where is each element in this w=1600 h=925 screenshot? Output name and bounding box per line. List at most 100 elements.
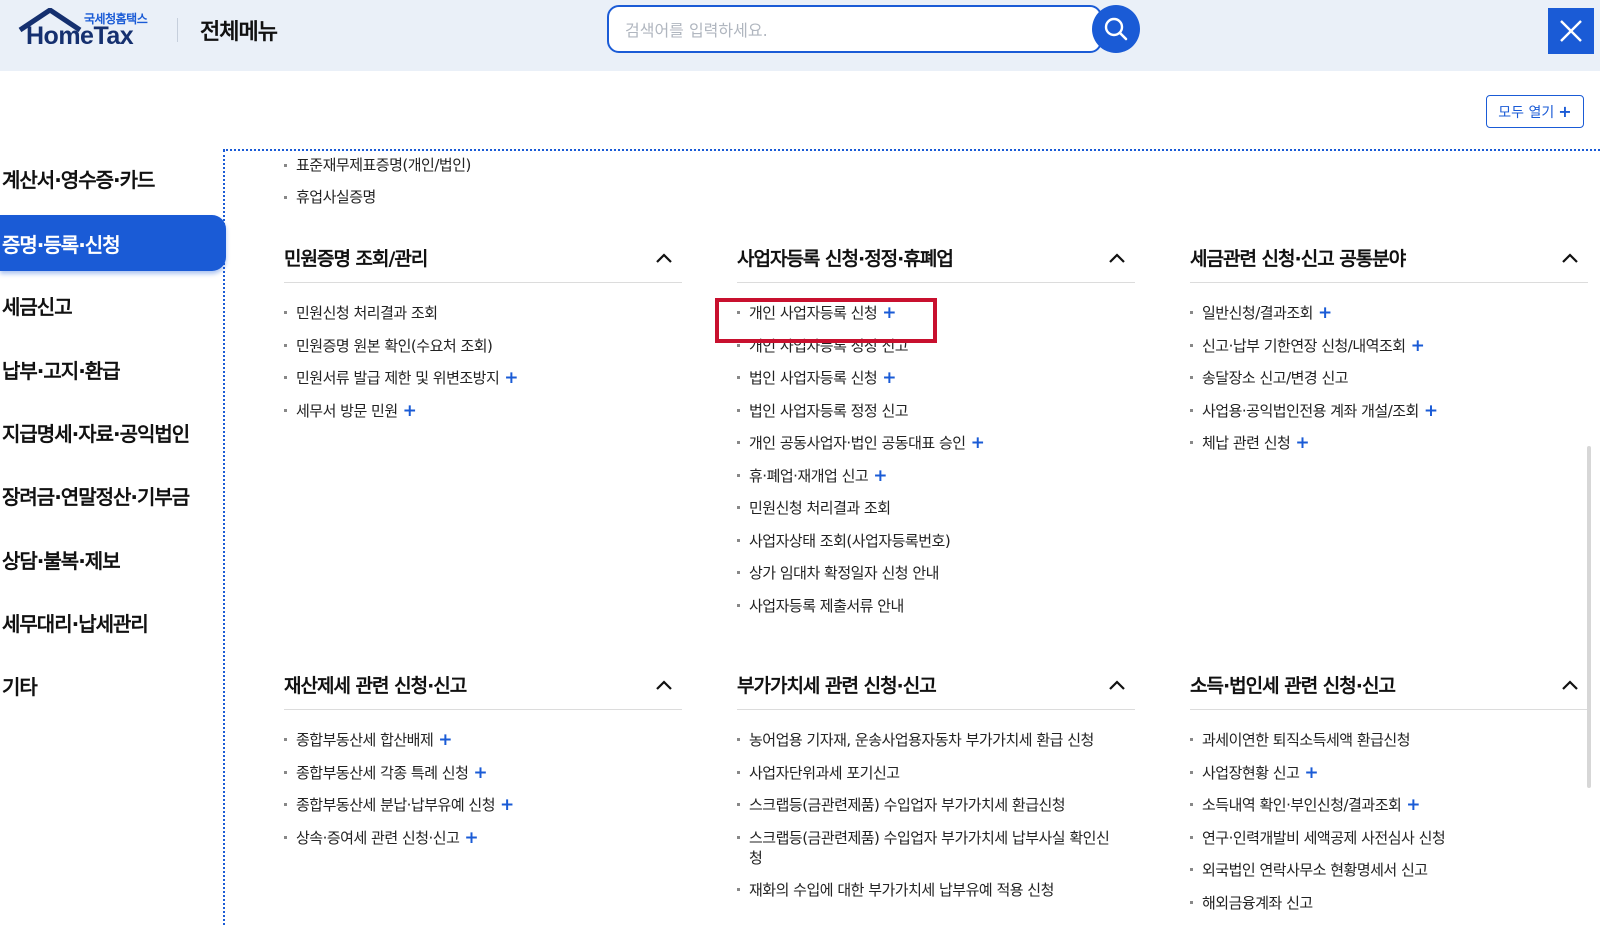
list-item[interactable]: 송달장소 신고/변경 신고: [1190, 368, 1588, 388]
list-item[interactable]: 일반신청/결과조회 +: [1190, 303, 1588, 323]
bullet: [1190, 441, 1193, 444]
list-item-label: 상속·증여세 관련 신청·신고: [296, 828, 460, 847]
list-item[interactable]: 해외금융계좌 신고: [1190, 893, 1588, 913]
list-item[interactable]: 민원신청 처리결과 조회: [737, 498, 1135, 518]
bullet: [737, 888, 740, 891]
sidebar-item-label: 기타: [2, 674, 38, 699]
sidebar-item-invoice-receipt-card[interactable]: 계산서·영수증·카드: [0, 150, 226, 206]
section-header[interactable]: 소득·법인세 관련 신청·신고: [1190, 660, 1588, 710]
list-item-label: 스크랩등(금관련제품) 수입업자 부가가치세 납부사실 확인신청: [749, 828, 1110, 867]
close-icon: [1560, 20, 1582, 42]
section-header[interactable]: 부가가치세 관련 신청·신고: [737, 660, 1135, 710]
list-item[interactable]: 민원서류 발급 제한 및 위변조방지 +: [284, 368, 682, 388]
expand-plus-icon[interactable]: +: [1318, 303, 1332, 323]
list-item-label: 법인 사업자등록 신청: [749, 369, 878, 387]
list-item-label: 사업자등록 제출서류 안내: [749, 596, 904, 615]
hometax-logo[interactable]: 국세청홈택스 HomeTax: [18, 6, 154, 56]
sidebar-item-certificate-registration[interactable]: 증명·등록·신청: [0, 215, 226, 271]
chevron-up-icon[interactable]: [1562, 679, 1578, 690]
list-item-label: 휴업사실증명: [296, 188, 376, 206]
list-item[interactable]: 종합부동산세 각종 특례 신청 +: [284, 763, 682, 783]
list-item[interactable]: 사업자단위과세 포기신고: [737, 763, 1135, 783]
expand-plus-icon[interactable]: +: [438, 730, 452, 750]
list-item[interactable]: 개인 사업자등록 신청 +: [737, 303, 1135, 323]
menu-section: 민원증명 조회/관리민원신청 처리결과 조회민원증명 원본 확인(수요처 조회)…: [284, 233, 682, 433]
bullet: [737, 603, 740, 607]
list-item[interactable]: 법인 사업자등록 정정 신고: [737, 401, 1135, 421]
sidebar-item-label: 증명·등록·신청: [2, 232, 121, 257]
expand-plus-icon[interactable]: +: [500, 795, 514, 815]
section-header[interactable]: 민원증명 조회/관리: [284, 233, 682, 283]
list-item[interactable]: 개인 사업자등록 정정 신고: [737, 336, 1135, 356]
list-item[interactable]: 종합부동산세 합산배제 +: [284, 730, 682, 750]
expand-plus-icon[interactable]: +: [1406, 795, 1420, 815]
sidebar-item-payment-refund[interactable]: 납부·고지·환급: [0, 341, 226, 397]
list-item[interactable]: 사업장현황 신고 +: [1190, 763, 1588, 783]
list-item[interactable]: 세무서 방문 민원 +: [284, 401, 682, 421]
sidebar-item-incentive-yearend[interactable]: 장려금·연말정산·기부금: [0, 467, 226, 523]
list-item[interactable]: 스크랩등(금관련제품) 수입업자 부가가치세 환급신청: [737, 795, 1135, 815]
chevron-up-icon[interactable]: [1109, 679, 1125, 690]
list-item[interactable]: 외국법인 연락사무소 현황명세서 신고: [1190, 860, 1588, 880]
list-item[interactable]: 사업용·공익법인전용 계좌 개설/조회 +: [1190, 401, 1588, 421]
chevron-up-icon[interactable]: [656, 252, 672, 263]
list-item[interactable]: 상가 임대차 확정일자 신청 안내: [737, 563, 1135, 583]
sidebar-item-payment-statement[interactable]: 지급명세·자료·공익법인: [0, 404, 226, 460]
section-header[interactable]: 사업자등록 신청·정정·휴폐업: [737, 233, 1135, 283]
list-item[interactable]: 체납 관련 신청 +: [1190, 433, 1588, 453]
bullet: [737, 835, 740, 839]
list-item[interactable]: 민원증명 원본 확인(수요처 조회): [284, 336, 682, 356]
expand-plus-icon[interactable]: +: [882, 368, 896, 388]
expand-plus-icon[interactable]: +: [1304, 763, 1318, 783]
scrollbar[interactable]: [1587, 446, 1591, 788]
list-item[interactable]: 표준재무제표증명(개인/법인): [284, 154, 471, 175]
expand-plus-icon[interactable]: +: [473, 763, 487, 783]
list-item[interactable]: 신고·납부 기한연장 신청/내역조회 +: [1190, 336, 1588, 356]
open-all-button[interactable]: 모두 열기 +: [1486, 95, 1584, 128]
expand-plus-icon[interactable]: +: [971, 433, 985, 453]
list-item[interactable]: 상속·증여세 관련 신청·신고 +: [284, 828, 682, 848]
expand-plus-icon[interactable]: +: [1295, 433, 1309, 453]
list-item[interactable]: 휴업사실증명: [284, 186, 376, 207]
sidebar-item-tax-agent[interactable]: 세무대리·납세관리: [0, 594, 226, 650]
list-item[interactable]: 스크랩등(금관련제품) 수입업자 부가가치세 납부사실 확인신청: [737, 828, 1117, 868]
close-menu-button[interactable]: [1548, 8, 1594, 54]
sidebar-item-etc[interactable]: 기타: [0, 657, 226, 713]
search-input[interactable]: [625, 17, 1065, 43]
bullet: [737, 506, 740, 509]
list-item-label: 소득내역 확인·부인신청/결과조회: [1202, 796, 1402, 814]
search-button[interactable]: [1092, 5, 1140, 53]
list-item[interactable]: 휴·폐업·재개업 신고 +: [737, 466, 1135, 486]
expand-plus-icon[interactable]: +: [882, 303, 896, 323]
list-item[interactable]: 연구·인력개발비 세액공제 사전심사 신청: [1190, 828, 1588, 848]
menu-section: 세금관련 신청·신고 공통분야일반신청/결과조회 + 신고·납부 기한연장 신청/내…: [1190, 233, 1588, 466]
menu-section: 소득·법인세 관련 신청·신고과세이연한 퇴직소득세액 환급신청사업장현황 신고…: [1190, 660, 1588, 925]
list-item[interactable]: 사업자등록 제출서류 안내: [737, 596, 1135, 616]
expand-plus-icon[interactable]: +: [1424, 401, 1438, 421]
list-item-label: 사업장현황 신고: [1202, 763, 1300, 782]
expand-plus-icon[interactable]: +: [464, 828, 478, 848]
sidebar-item-tax-filing[interactable]: 세금신고: [0, 277, 226, 333]
chevron-up-icon[interactable]: [1109, 252, 1125, 263]
expand-plus-icon[interactable]: +: [504, 368, 518, 388]
expand-plus-icon[interactable]: +: [873, 466, 887, 486]
expand-plus-icon[interactable]: +: [1411, 336, 1425, 356]
list-item[interactable]: 소득내역 확인·부인신청/결과조회 +: [1190, 795, 1588, 815]
list-item[interactable]: 재화의 수입에 대한 부가가치세 납부유예 적용 신청: [737, 880, 1135, 900]
list-item[interactable]: 농어업용 기자재, 운송사업용자동차 부가가치세 환급 신청: [737, 730, 1135, 750]
expand-plus-icon[interactable]: +: [403, 401, 417, 421]
list-item[interactable]: 사업자상태 조회(사업자등록번호): [737, 531, 1135, 551]
list-item[interactable]: 과세이연한 퇴직소득세액 환급신청: [1190, 730, 1588, 750]
section-list: 일반신청/결과조회 + 신고·납부 기한연장 신청/내역조회 + 송달장소 신고/변경 …: [1190, 303, 1588, 453]
chevron-up-icon[interactable]: [1562, 252, 1578, 263]
list-item[interactable]: 종합부동산세 분납·납부유예 신청 +: [284, 795, 682, 815]
sidebar-item-consult-appeal[interactable]: 상담·불복·제보: [0, 531, 226, 587]
list-item[interactable]: 개인 공동사업자·법인 공동대표 승인 +: [737, 433, 1135, 453]
bullet: [1190, 343, 1193, 347]
list-item[interactable]: 민원신청 처리결과 조회: [284, 303, 682, 323]
section-header[interactable]: 재산제세 관련 신청·신고: [284, 660, 682, 710]
section-header[interactable]: 세금관련 신청·신고 공통분야: [1190, 233, 1588, 283]
plus-icon: +: [1558, 102, 1572, 121]
chevron-up-icon[interactable]: [656, 679, 672, 690]
list-item[interactable]: 법인 사업자등록 신청 +: [737, 368, 1135, 388]
